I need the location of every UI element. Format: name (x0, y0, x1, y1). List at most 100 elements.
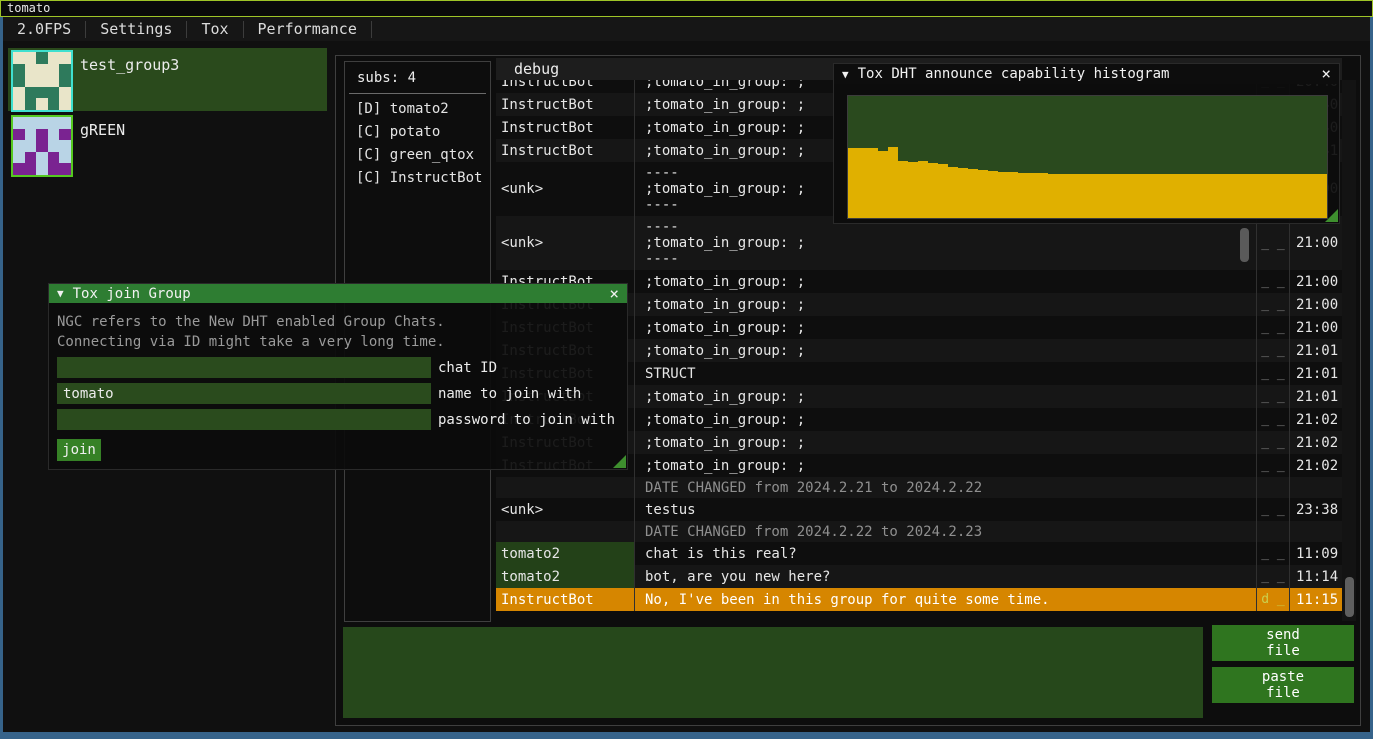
avatar-pixel (48, 152, 60, 164)
date-changed-row[interactable]: DATE CHANGED from 2024.2.22 to 2024.2.23 (496, 521, 1342, 542)
chat-id-field[interactable] (57, 357, 431, 378)
histogram-bar (1028, 173, 1038, 218)
avatar-pixel (48, 117, 60, 129)
message-status: _ _ (1256, 216, 1289, 270)
message-status: _ _ (1256, 385, 1289, 408)
message-status: _ _ (1256, 542, 1289, 565)
avatar-pixel (59, 87, 71, 99)
histogram-bar (958, 168, 968, 218)
message-time (1289, 477, 1339, 498)
resize-grip[interactable] (1325, 209, 1338, 222)
group-name: test_group3 (80, 56, 179, 74)
menu-item-settings[interactable]: Settings (86, 20, 186, 38)
message-row[interactable]: InstructBotNo, I've been in this group f… (496, 588, 1342, 611)
avatar-pixel (59, 52, 71, 64)
message-text: bot, are you new here? (634, 565, 1256, 588)
message-status (1256, 521, 1289, 542)
sender-name: <unk> (496, 216, 634, 270)
avatar-pixel (59, 64, 71, 76)
message-text: ;tomato_in_group: ; (634, 385, 1256, 408)
subs-member[interactable]: [C] potato (345, 121, 490, 144)
collapse-arrow-icon[interactable]: ▼ (842, 68, 849, 81)
histogram-bar (1158, 174, 1168, 218)
message-input[interactable] (343, 627, 1203, 718)
histogram-bar (1008, 172, 1018, 218)
histogram-bar (868, 148, 878, 218)
histogram-bar (878, 151, 888, 218)
menu-item-performance[interactable]: Performance (244, 20, 371, 38)
avatar-pixel (36, 152, 48, 164)
menubar: 2.0FPSSettingsToxPerformance (3, 17, 1370, 41)
join-button[interactable]: join (57, 439, 101, 461)
message-status: _ _ (1256, 339, 1289, 362)
avatar-pixel (13, 75, 25, 87)
dht-histogram-titlebar[interactable]: ▼ Tox DHT announce capability histogram … (834, 64, 1339, 84)
message-status: _ _ (1256, 316, 1289, 339)
avatar-pixel (59, 75, 71, 87)
histogram-bar (1297, 174, 1307, 218)
send-file-button[interactable]: send file (1212, 625, 1354, 661)
sender-name: <unk> (496, 162, 634, 216)
group-item-green[interactable]: gREEN (8, 113, 327, 176)
histogram-bar (908, 162, 918, 218)
window-titlebar: tomato (0, 0, 1373, 17)
histogram-bar (1197, 174, 1207, 218)
sender-name: <unk> (496, 498, 634, 521)
sender-name: tomato2 (496, 565, 634, 588)
subs-member[interactable]: [D] tomato2 (345, 98, 490, 121)
histogram-bar (1207, 174, 1217, 218)
message-status: _ _ (1256, 293, 1289, 316)
message-time: 23:38 (1289, 498, 1339, 521)
collapse-arrow-icon[interactable]: ▼ (57, 287, 64, 300)
group-item-test_group3[interactable]: test_group3 (8, 48, 327, 111)
message-row[interactable]: tomato2bot, are you new here?_ _11:14 (496, 565, 1342, 588)
date-changed-row[interactable]: DATE CHANGED from 2024.2.21 to 2024.2.22 (496, 477, 1342, 498)
message-row[interactable]: tomato2chat is this real?_ _11:09 (496, 542, 1342, 565)
join-password-field[interactable] (57, 409, 431, 430)
message-status: _ _ (1256, 498, 1289, 521)
inner-scrollbar-handle[interactable] (1240, 228, 1249, 262)
histogram-bar (1128, 174, 1138, 218)
avatar-pixel (48, 140, 60, 152)
close-icon[interactable]: × (1321, 66, 1331, 82)
join-group-titlebar[interactable]: ▼ Tox join Group × (49, 284, 627, 303)
histogram-bar (928, 163, 938, 218)
histogram-bar (998, 172, 1008, 218)
message-time: 11:09 (1289, 542, 1339, 565)
avatar-pixel (48, 163, 60, 175)
histogram-bar (1187, 174, 1197, 218)
histogram-bar (1237, 174, 1247, 218)
paste-file-button[interactable]: paste file (1212, 667, 1354, 703)
app-window: tomato 2.0FPSSettingsToxPerformance test… (0, 0, 1373, 739)
message-text: STRUCT (634, 362, 1256, 385)
resize-grip[interactable] (613, 455, 626, 468)
avatar-pixel (36, 87, 48, 99)
histogram-bar (1307, 174, 1317, 218)
message-time: 21:01 (1289, 362, 1339, 385)
subs-member[interactable]: [C] InstructBot (345, 167, 490, 190)
avatar-pixel (48, 87, 60, 99)
window-border-left (0, 17, 3, 739)
join-password-label: password to join with (438, 412, 615, 428)
message-row[interactable]: <unk>----;tomato_in_group: ;----_ _21:00 (496, 216, 1342, 270)
message-line: ---- (645, 219, 679, 235)
histogram-bar (1078, 174, 1088, 218)
tab-debug[interactable]: debug (496, 58, 559, 78)
histogram-bar (1148, 174, 1158, 218)
message-text: chat is this real? (634, 542, 1256, 565)
chat-scrollbar[interactable] (1342, 80, 1356, 621)
chat-scrollbar-handle[interactable] (1345, 577, 1354, 617)
subs-member[interactable]: [C] green_qtox (345, 144, 490, 167)
histogram-bar (948, 167, 958, 218)
group-avatar (11, 115, 73, 177)
histogram-bar (848, 148, 858, 218)
message-time: 11:15 (1289, 588, 1339, 611)
histogram-bar (1217, 174, 1227, 218)
menu-item-tox[interactable]: Tox (187, 20, 242, 38)
histogram-bar (1068, 174, 1078, 218)
histogram-bar (1227, 174, 1237, 218)
message-row[interactable]: <unk>testus_ _23:38 (496, 498, 1342, 521)
histogram-bar (1018, 173, 1028, 218)
join-name-field[interactable] (57, 383, 431, 404)
close-icon[interactable]: × (609, 286, 619, 302)
